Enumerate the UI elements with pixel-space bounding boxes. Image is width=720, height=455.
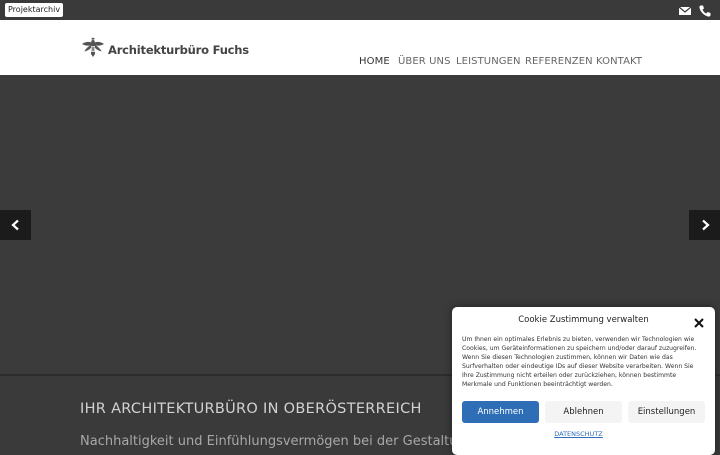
phone-icon[interactable] <box>698 3 712 17</box>
accept-cookies-button[interactable]: Annehmen <box>462 401 539 423</box>
nav-item-ueber-uns[interactable]: ÜBER UNS <box>398 56 451 67</box>
nav-item-kontakt[interactable]: KONTAKT <box>596 56 642 67</box>
project-archive-button[interactable]: Projektarchiv <box>5 3 64 17</box>
cookie-dialog-title: Cookie Zustimmung verwalten <box>518 315 649 325</box>
mail-icon[interactable] <box>678 3 692 17</box>
chevron-right-icon <box>699 216 711 235</box>
privacy-link[interactable]: DATENSCHUTZ <box>452 430 705 438</box>
nav-item-home[interactable]: HOME <box>359 56 390 67</box>
top-contact-icons <box>678 3 712 17</box>
cookie-consent-dialog: Cookie Zustimmung verwalten Um Ihnen ein… <box>452 307 715 455</box>
close-icon[interactable] <box>693 314 705 328</box>
slider-next-button[interactable] <box>689 210 720 240</box>
logo-text: Architekturbüro Fuchs <box>108 43 249 57</box>
site-logo[interactable]: Architekturbüro Fuchs <box>81 37 249 63</box>
top-bar: Projektarchiv <box>0 0 720 20</box>
cookie-settings-button[interactable]: Einstellungen <box>628 401 705 423</box>
chevron-left-icon <box>10 216 22 235</box>
cookie-dialog-text: Um Ihnen ein optimales Erlebnis zu biete… <box>462 336 697 389</box>
deny-cookies-button[interactable]: Ablehnen <box>545 401 622 423</box>
hero-title: IHR ARCHITEKTURBÜRO IN OBERÖSTERREICH <box>80 401 422 417</box>
slider-prev-button[interactable] <box>0 210 31 240</box>
nav-item-leistungen[interactable]: LEISTUNGEN <box>456 56 521 67</box>
eagle-crest-icon <box>81 37 105 63</box>
nav-item-referenzen[interactable]: REFERENZEN <box>525 56 593 67</box>
